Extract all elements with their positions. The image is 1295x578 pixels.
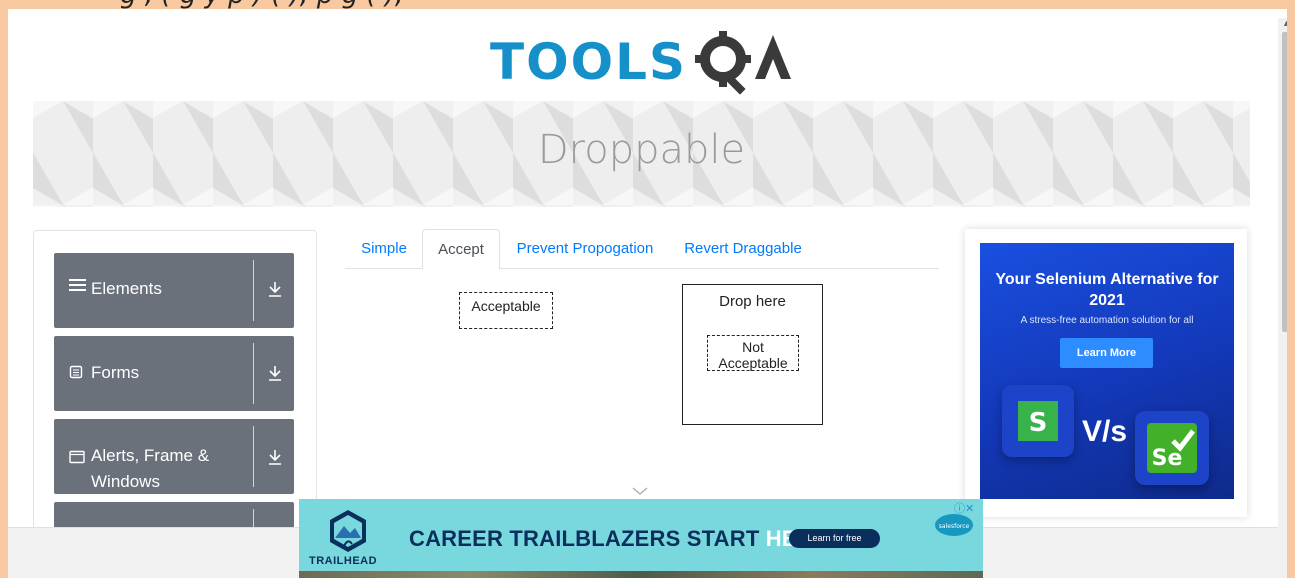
ad-brand: TRAILHEAD (309, 555, 378, 567)
window-icon (69, 450, 85, 469)
left-sidebar: Elements Forms Alerts, Frame & Windows (33, 230, 317, 578)
ad-headline: CAREER TRAILBLAZERS START HERE. (409, 526, 834, 552)
ad-choices-close-icon[interactable]: ⓘ✕ (954, 500, 974, 516)
sidebar-group-label: Alerts, Frame & Windows (91, 446, 210, 491)
vertical-scrollbar[interactable]: ▲ ▼ (1278, 18, 1287, 578)
top-cropped-strip: g , ( g y p ) ( ); p g ( ); (0, 0, 1295, 9)
svg-text:TOOLS: TOOLS (490, 33, 687, 91)
ad-headline: Your Selenium Alternative for 2021 (995, 271, 1219, 309)
trailhead-logo-icon (330, 510, 366, 552)
ad-subline: A stress-free automation solution for al… (1020, 315, 1194, 326)
download-arrow-icon[interactable] (268, 365, 282, 386)
tab-revert-draggable[interactable]: Revert Draggable (676, 229, 810, 268)
sidebar-group-label: Elements (91, 279, 162, 298)
divider (253, 426, 254, 487)
divider (253, 260, 254, 321)
sidebar-group-alerts[interactable]: Alerts, Frame & Windows (54, 419, 294, 494)
drop-label: Drop here (719, 293, 786, 310)
divider (253, 343, 254, 404)
browser-viewport: TOOLS Droppable Elements Forms Alerts, F… (8, 9, 1287, 578)
ad-creative: Your Selenium Alternative for 2021 A str… (980, 243, 1234, 499)
scrollbar-thumb[interactable] (1282, 32, 1287, 332)
hamburger-icon (69, 277, 87, 298)
sidebar-group-label: Forms (91, 363, 140, 382)
sidebar-group-forms[interactable]: Forms (54, 336, 294, 411)
download-arrow-icon[interactable] (268, 281, 282, 302)
cropped-text: g , ( g y p ) ( ); p g ( ); (120, 0, 404, 8)
katalon-logo-icon: S (1002, 385, 1074, 457)
tab-accept[interactable]: Accept (422, 229, 500, 270)
not-acceptable-draggable[interactable]: Not Acceptable (707, 335, 799, 371)
versus-text: V/s (1082, 415, 1128, 448)
salesforce-text: salesforce (939, 523, 970, 530)
svg-text:S: S (1029, 408, 1048, 438)
selenium-logo-icon: Se (1135, 411, 1209, 485)
page-banner: Droppable (33, 101, 1250, 207)
scroll-up-arrow-icon[interactable]: ▲ (1282, 18, 1287, 28)
sidebar-group-elements[interactable]: Elements (54, 253, 294, 328)
selenium-se-text: Se (1152, 446, 1183, 471)
acceptable-draggable[interactable]: Acceptable (459, 292, 553, 329)
tab-simple[interactable]: Simple (345, 229, 423, 268)
page-title: Droppable (537, 127, 746, 173)
tab-prevent-propogation[interactable]: Prevent Propogation (505, 229, 665, 268)
download-arrow-icon[interactable] (268, 449, 282, 470)
ad-learn-more-button[interactable]: Learn More (1060, 338, 1153, 368)
ad-photo-strip (299, 571, 983, 578)
form-icon (69, 365, 83, 384)
ad-headline-main: CAREER TRAILBLAZERS START (409, 526, 766, 551)
ad-learn-for-free-button[interactable]: Learn for free (789, 529, 880, 548)
droppable-tabs: Simple Accept Prevent Propogation Revert… (345, 229, 939, 270)
toolsqa-logo[interactable]: TOOLS (490, 27, 810, 99)
trailhead-bottom-ad[interactable]: TRAILHEAD CAREER TRAILBLAZERS START HERE… (299, 499, 983, 578)
selenium-alternative-ad[interactable]: Your Selenium Alternative for 2021 A str… (965, 229, 1247, 517)
